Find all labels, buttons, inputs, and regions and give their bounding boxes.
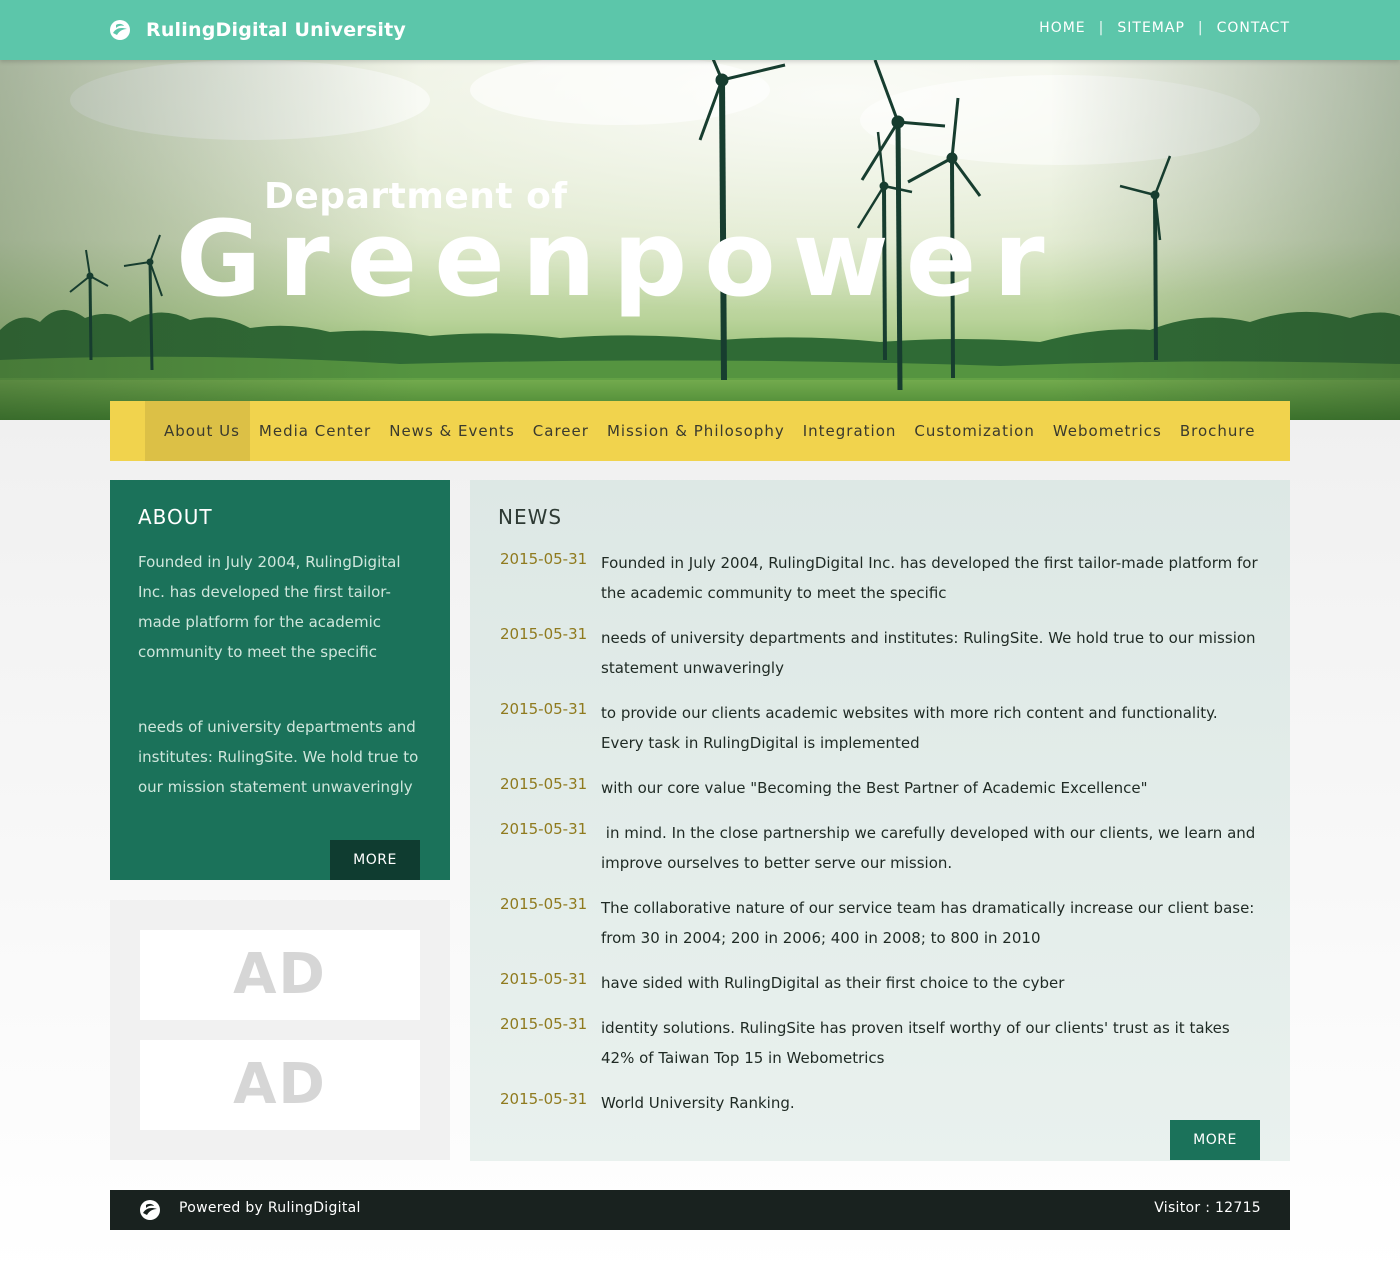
nav-item-customization[interactable]: Customization [905,401,1043,461]
news-date: 2015-05-31 [500,700,588,718]
news-link[interactable]: needs of university departments and inst… [601,623,1260,683]
contact-link[interactable]: CONTACT [1217,20,1290,36]
news-link[interactable]: with our core value "Becoming the Best P… [601,773,1260,803]
news-panel: NEWS 2015-05-31 Founded in July 2004, Ru… [470,480,1290,1161]
news-link[interactable]: Founded in July 2004, RulingDigital Inc.… [601,548,1260,608]
about-panel: ABOUT Founded in July 2004, RulingDigita… [110,480,450,880]
news-date: 2015-05-31 [500,895,588,913]
about-paragraph: needs of university departments and inst… [138,718,419,796]
news-date: 2015-05-31 [500,625,588,643]
news-link[interactable]: to provide our clients academic websites… [601,698,1260,758]
visitor-count: Visitor : 12715 [1154,1200,1261,1216]
news-link[interactable]: have sided with RulingDigital as their f… [601,968,1260,998]
ad-banner[interactable]: AD [140,1040,420,1130]
news-heading: NEWS [498,505,563,529]
news-date: 2015-05-31 [500,550,588,568]
nav-item-integration[interactable]: Integration [794,401,906,461]
brand[interactable]: RulingDigital University [110,18,406,42]
about-heading: ABOUT [138,505,213,529]
about-more-button[interactable]: MORE [330,840,420,880]
top-header: RulingDigital University HOME | SITEMAP … [0,0,1400,60]
news-link[interactable]: in mind. In the close partnership we car… [601,818,1260,878]
news-date: 2015-05-31 [500,1090,588,1108]
news-item: 2015-05-31 The collaborative nature of o… [500,893,1260,953]
ad-panel: AD AD [110,900,450,1160]
powered-by-text: Powered by RulingDigital [179,1200,361,1216]
nav-item-media-center[interactable]: Media Center [250,401,380,461]
news-item: 2015-05-31 World University Ranking. [500,1088,1260,1118]
globe-logo-icon [140,1200,160,1220]
nav-item-mission-philosophy[interactable]: Mission & Philosophy [598,401,794,461]
news-item: 2015-05-31 identity solutions. RulingSit… [500,1013,1260,1073]
nav-item-webometrics[interactable]: Webometrics [1044,401,1171,461]
news-link[interactable]: World University Ranking. [601,1088,1260,1118]
news-date: 2015-05-31 [500,775,588,793]
nav-item-about-us[interactable]: About Us [145,401,250,461]
news-link[interactable]: identity solutions. RulingSite has prove… [601,1013,1260,1073]
news-date: 2015-05-31 [500,970,588,988]
site-name: RulingDigital University [146,19,406,41]
main-nav: About Us Media Center News & Events Care… [110,401,1290,461]
footer: Powered by RulingDigital Visitor : 12715 [110,1190,1290,1230]
news-link[interactable]: The collaborative nature of our service … [601,893,1260,953]
home-link[interactable]: HOME [1039,20,1085,36]
hero-banner: Department of Greenpower [0,60,1400,420]
link-separator: | [1098,20,1105,36]
nav-item-career[interactable]: Career [524,401,598,461]
nav-item-news-events[interactable]: News & Events [380,401,524,461]
hero-title: Greenpower [176,198,1062,320]
news-item: 2015-05-31 with our core value "Becoming… [500,773,1260,803]
link-separator: | [1197,20,1204,36]
about-paragraph: Founded in July 2004, RulingDigital Inc.… [138,553,401,661]
news-item: 2015-05-31 have sided with RulingDigital… [500,968,1260,998]
news-list: 2015-05-31 Founded in July 2004, RulingD… [500,548,1260,1133]
news-item: 2015-05-31 Founded in July 2004, RulingD… [500,548,1260,608]
sitemap-link[interactable]: SITEMAP [1117,20,1185,36]
ad-banner[interactable]: AD [140,930,420,1020]
news-date: 2015-05-31 [500,1015,588,1033]
news-more-button[interactable]: MORE [1170,1120,1260,1160]
nav-item-brochure[interactable]: Brochure [1171,401,1265,461]
news-date: 2015-05-31 [500,820,588,838]
news-item: 2015-05-31 to provide our clients academ… [500,698,1260,758]
globe-logo-icon [110,20,130,40]
top-links: HOME | SITEMAP | CONTACT [1039,20,1290,36]
news-item: 2015-05-31 in mind. In the close partner… [500,818,1260,878]
news-item: 2015-05-31 needs of university departmen… [500,623,1260,683]
